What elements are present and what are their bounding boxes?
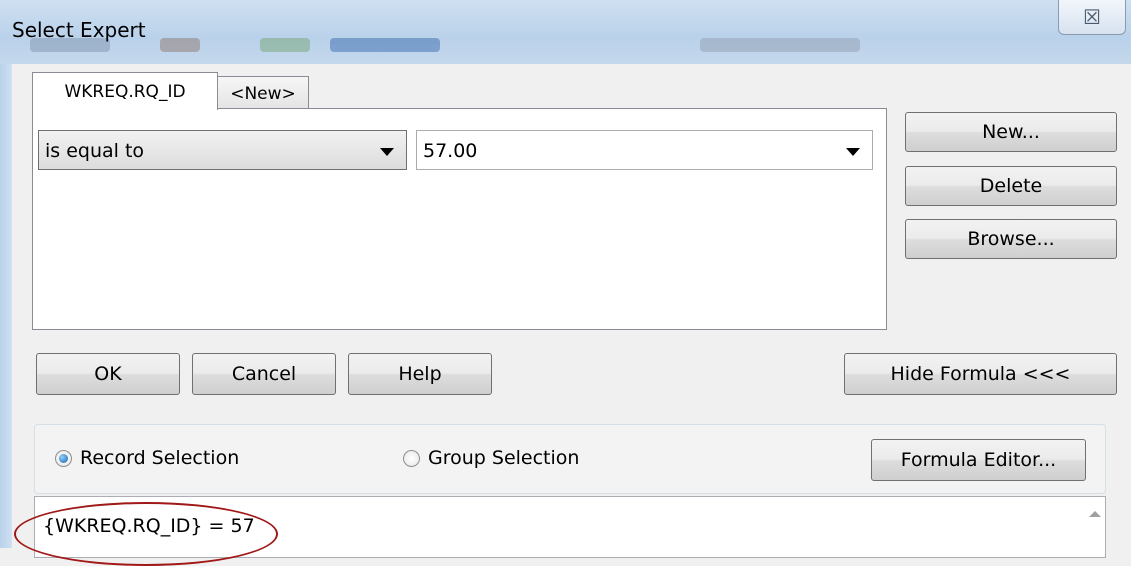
tab-wkreq-rq-id[interactable]: WKREQ.RQ_ID bbox=[32, 72, 218, 110]
chevron-down-icon bbox=[380, 148, 394, 156]
delete-button[interactable]: Delete bbox=[905, 166, 1117, 206]
browse-button[interactable]: Browse... bbox=[905, 219, 1117, 259]
selection-group: Record Selection Group Selection Formula… bbox=[34, 424, 1106, 494]
condition-panel: is equal to 57.00 bbox=[32, 108, 887, 330]
operator-value: is equal to bbox=[45, 140, 145, 162]
help-button[interactable]: Help bbox=[348, 353, 492, 395]
record-selection-radio[interactable]: Record Selection bbox=[55, 447, 239, 469]
ok-button[interactable]: OK bbox=[36, 353, 180, 395]
radio-unselected-icon bbox=[403, 449, 420, 467]
tab-label: WKREQ.RQ_ID bbox=[64, 81, 186, 102]
blurred-background bbox=[160, 38, 200, 52]
blurred-background bbox=[700, 38, 860, 52]
window-title: Select Expert bbox=[12, 18, 146, 42]
scroll-up-icon[interactable] bbox=[1089, 511, 1101, 517]
formula-editor-button[interactable]: Formula Editor... bbox=[871, 439, 1086, 481]
window-frame bbox=[0, 64, 12, 548]
close-button[interactable]: ☒ bbox=[1058, 0, 1126, 35]
highlight-annotation bbox=[14, 502, 278, 566]
group-selection-label: Group Selection bbox=[428, 447, 580, 469]
tab-label: <New> bbox=[230, 84, 296, 104]
cancel-button[interactable]: Cancel bbox=[192, 353, 336, 395]
value-dropdown[interactable]: 57.00 bbox=[416, 130, 873, 170]
tab-new[interactable]: <New> bbox=[217, 76, 309, 111]
new-button[interactable]: New... bbox=[905, 112, 1117, 152]
dialog-body: WKREQ.RQ_ID <New> is equal to 57.00 New.… bbox=[12, 64, 1131, 566]
close-icon: ☒ bbox=[1083, 5, 1101, 29]
radio-selected-icon bbox=[55, 449, 72, 467]
group-selection-radio[interactable]: Group Selection bbox=[403, 447, 579, 469]
value-text: 57.00 bbox=[423, 140, 478, 162]
chevron-down-icon bbox=[846, 148, 860, 156]
title-bar: Select Expert ☒ bbox=[0, 0, 1131, 64]
blurred-background bbox=[330, 38, 440, 52]
hide-formula-button[interactable]: Hide Formula <<< bbox=[844, 353, 1117, 395]
record-selection-label: Record Selection bbox=[80, 447, 240, 469]
blurred-background bbox=[260, 38, 310, 52]
operator-dropdown[interactable]: is equal to bbox=[38, 130, 407, 170]
